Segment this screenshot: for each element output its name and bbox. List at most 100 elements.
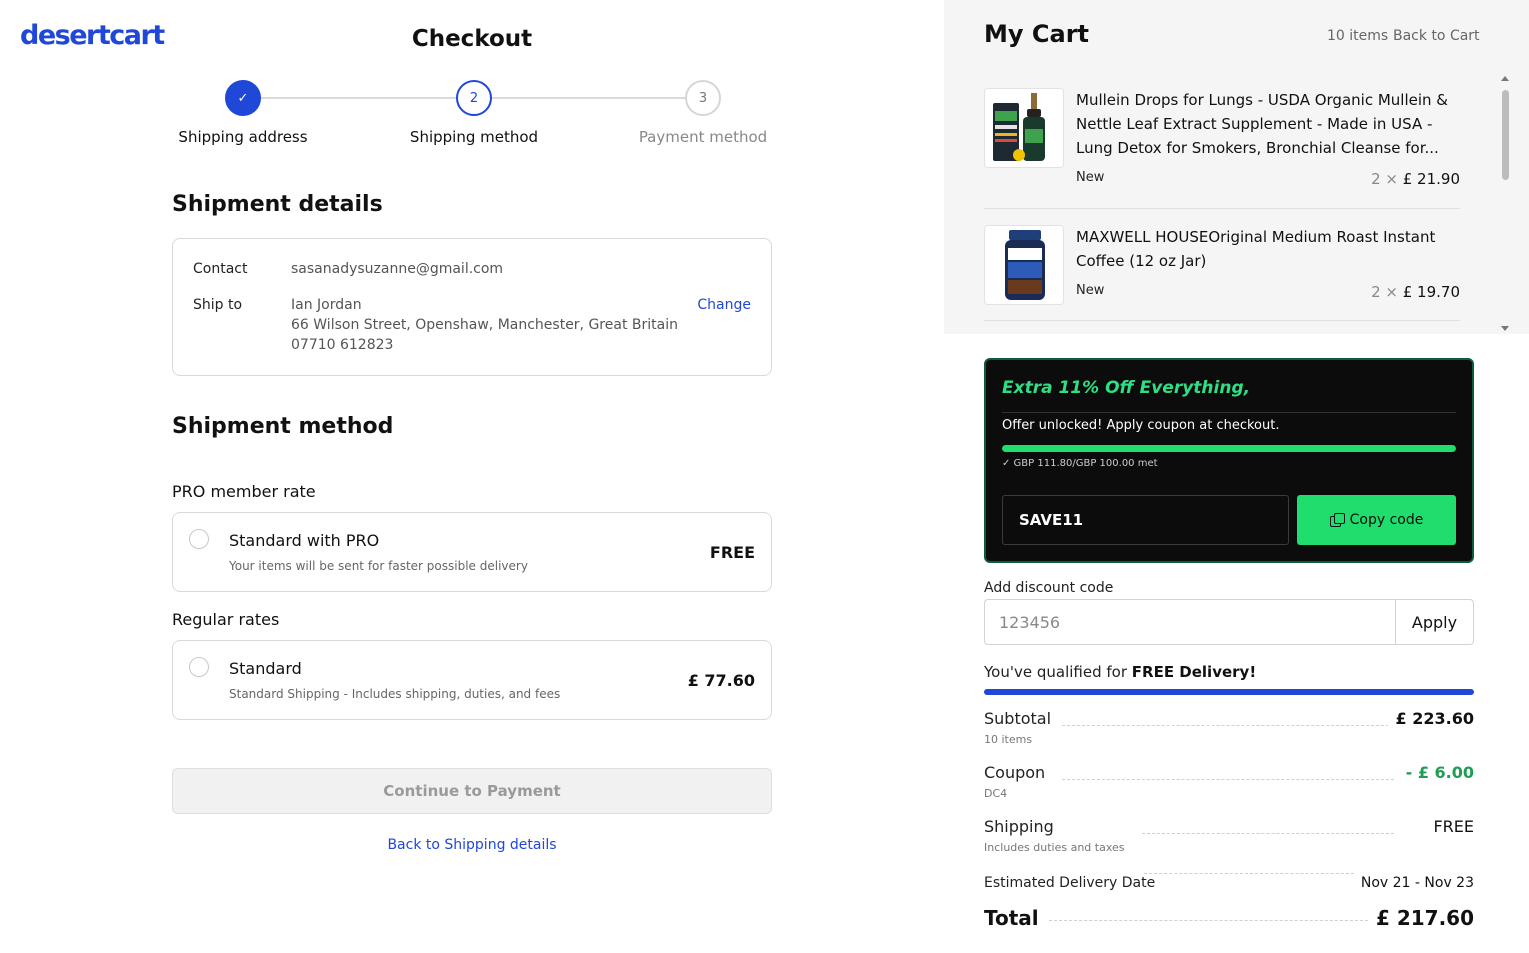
contact-label: Contact (193, 261, 248, 277)
promo-message: Offer unlocked! Apply coupon at checkout… (1002, 418, 1280, 433)
total-value: £ 217.60 (1367, 906, 1474, 930)
cart-item-price: 2 × £ 21.90 (1371, 170, 1460, 188)
free-delivery-progress-bar (984, 689, 1474, 695)
change-address-link[interactable]: Change (697, 297, 751, 313)
promo-banner: Extra 11% Off Everything, Offer unlocked… (984, 358, 1474, 563)
step-shipping-address[interactable]: ✓ Shipping address (143, 80, 343, 146)
radio-button[interactable] (189, 529, 209, 549)
copy-icon (1329, 513, 1345, 527)
multiply-icon: × (1380, 170, 1403, 188)
shipping-option-price: £ 77.60 (687, 671, 755, 690)
promo-progress-bar (1002, 445, 1456, 452)
free-delivery-message: You've qualified for FREE Delivery! (984, 663, 1256, 681)
promo-code: SAVE11 (1002, 495, 1289, 545)
coupon-row: Coupon DC4 - £ 6.00 (984, 763, 1474, 803)
scroll-up-arrow-icon[interactable] (1501, 76, 1509, 81)
total-row: Total £ 217.60 (984, 906, 1474, 936)
item-quantity: 2 (1371, 283, 1381, 301)
cart-item-name[interactable]: MAXWELL HOUSEOriginal Medium Roast Insta… (1076, 225, 1460, 273)
cart-item-name[interactable]: Mullein Drops for Lungs - USDA Organic M… (1076, 88, 1460, 160)
dotted-leader (1044, 920, 1378, 921)
coupon-value: - £ 6.00 (1397, 763, 1474, 782)
shipment-details-card: Contact sasanadysuzanne@gmail.com Ship t… (172, 238, 772, 376)
coupon-label: Coupon (984, 763, 1054, 782)
promo-progress-fill (1002, 445, 1456, 452)
shipping-label: Shipping (984, 817, 1062, 836)
multiply-icon: × (1380, 283, 1403, 301)
total-label: Total (984, 906, 1047, 930)
delivery-date-value: Nov 21 - Nov 23 (1352, 875, 1474, 891)
copy-code-label: Copy code (1349, 512, 1424, 528)
shipping-option-pro[interactable]: Standard with PRO Your items will be sen… (172, 512, 772, 592)
promo-divider (1002, 412, 1456, 413)
pro-rate-label: PRO member rate (172, 482, 316, 501)
dotted-leader (1062, 725, 1394, 726)
step-label: Shipping address (178, 128, 308, 146)
ship-to-address: Ian Jordan 66 Wilson Street, Openshaw, M… (291, 295, 678, 355)
item-unit-price: £ 19.70 (1402, 283, 1460, 301)
coffee-jar-product-icon[interactable] (984, 225, 1064, 305)
back-to-shipping-link[interactable]: Back to Shipping details (372, 837, 572, 853)
discount-code-input[interactable] (984, 599, 1396, 645)
step-shipping-method: 2 Shipping method (374, 80, 574, 146)
cart-title: My Cart (984, 20, 1089, 48)
shipping-option-description: Your items will be sent for faster possi… (229, 559, 528, 573)
shipping-row: Shipping Includes duties and taxes FREE (984, 817, 1474, 857)
promo-progress-text: ✓ GBP 111.80/GBP 100.00 met (1002, 458, 1158, 469)
delivery-date-row: Estimated Delivery Date Nov 21 - Nov 23 (984, 873, 1474, 897)
coupon-code: DC4 (984, 787, 1008, 800)
shipping-option-name: Standard (229, 659, 302, 678)
cart-item: Mullein Drops for Lungs - USDA Organic M… (984, 88, 1460, 209)
cart-item-price: 2 × £ 19.70 (1371, 283, 1460, 301)
shipping-option-description: Standard Shipping - Includes shipping, d… (229, 687, 561, 701)
back-to-cart-link[interactable]: Back to Cart (1393, 28, 1480, 44)
ship-to-label: Ship to (193, 297, 243, 313)
shipping-value: FREE (1425, 817, 1474, 836)
delivery-date-label: Estimated Delivery Date (984, 875, 1164, 891)
apply-discount-button[interactable]: Apply (1395, 599, 1474, 645)
cart-panel: My Cart 10 items Back to Cart Mullein Dr… (944, 0, 1529, 334)
qualify-highlight: FREE Delivery! (1131, 663, 1257, 681)
check-icon: ✓ (225, 80, 261, 116)
scrollbar-thumb[interactable] (1502, 90, 1509, 180)
step-payment-method: 3 Payment method (603, 80, 803, 146)
mullein-drops-product-icon[interactable] (984, 88, 1064, 168)
promo-title: Extra 11% Off Everything, (1002, 378, 1251, 398)
discount-code-label: Add discount code (984, 580, 1114, 596)
cart-scrollbar[interactable] (1498, 76, 1512, 331)
cart-item-condition: New (1076, 283, 1105, 298)
dotted-leader (1142, 833, 1394, 834)
shipping-note: Includes duties and taxes (984, 841, 1125, 854)
item-unit-price: £ 21.90 (1402, 170, 1460, 188)
step-number: 2 (456, 80, 492, 116)
item-quantity: 2 (1371, 170, 1381, 188)
step-label: Shipping method (409, 128, 539, 146)
cart-item-condition: New (1076, 170, 1105, 185)
ship-street: 66 Wilson Street, Openshaw, Manchester, … (291, 317, 678, 333)
desertcart-logo[interactable]: desertcart (20, 20, 165, 51)
copy-code-button[interactable]: Copy code (1297, 495, 1456, 545)
ship-phone: 07710 612823 (291, 337, 394, 353)
shipping-option-standard[interactable]: Standard Standard Shipping - Includes sh… (172, 640, 772, 720)
shipment-details-heading: Shipment details (172, 192, 383, 217)
shipment-method-heading: Shipment method (172, 414, 394, 439)
dotted-leader (1144, 873, 1354, 874)
cart-item-count: 10 items (1327, 28, 1389, 44)
radio-button[interactable] (189, 657, 209, 677)
subtotal-item-count: 10 items (984, 733, 1033, 746)
scroll-down-arrow-icon[interactable] (1501, 326, 1509, 331)
continue-to-payment-button[interactable]: Continue to Payment (172, 768, 772, 814)
contact-email: sasanadysuzanne@gmail.com (291, 261, 504, 277)
cart-item: MAXWELL HOUSEOriginal Medium Roast Insta… (984, 225, 1460, 321)
step-number: 3 (685, 80, 721, 116)
step-label: Payment method (638, 128, 768, 146)
dotted-leader (1062, 779, 1394, 780)
subtotal-value: £ 223.60 (1387, 709, 1474, 728)
regular-rates-label: Regular rates (172, 610, 280, 629)
subtotal-row: Subtotal 10 items £ 223.60 (984, 709, 1474, 749)
subtotal-label: Subtotal (984, 709, 1060, 728)
shipping-option-name: Standard with PRO (229, 531, 380, 550)
shipping-option-price: FREE (709, 543, 755, 562)
qualify-prefix: You've qualified for (984, 663, 1132, 681)
ship-name: Ian Jordan (291, 297, 362, 313)
